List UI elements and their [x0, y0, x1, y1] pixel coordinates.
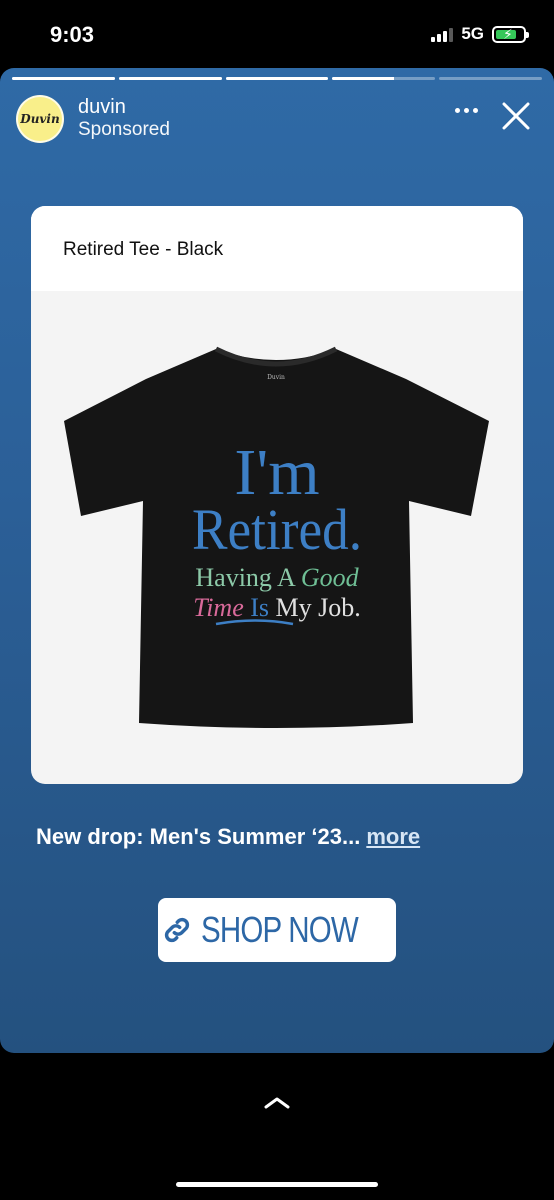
progress-segment	[439, 77, 542, 80]
close-icon[interactable]	[500, 100, 532, 132]
account-info[interactable]: duvin Sponsored	[78, 96, 170, 142]
sponsored-label: Sponsored	[78, 119, 170, 140]
status-time: 9:03	[50, 22, 95, 47]
print-line-2: Retired.	[192, 497, 362, 562]
status-bar: 9:03 5G ⚡	[0, 0, 554, 68]
product-title: Retired Tee - Black	[31, 206, 523, 291]
progress-segment	[118, 77, 222, 80]
progress-segment	[332, 77, 436, 80]
network-type: 5G	[461, 24, 484, 43]
caption-text: New drop: Men's Summer ‘23...	[36, 824, 361, 849]
tshirt-image: Duvin I'm Retired. Having A Good Time Is…	[64, 346, 489, 728]
print-line-4a: Time	[193, 593, 250, 622]
more-icon[interactable]	[455, 108, 478, 113]
product-card[interactable]: Retired Tee - Black Duvin I'm Retired. H…	[31, 206, 523, 784]
print-line-4b: Is	[250, 593, 269, 622]
caption-more-link[interactable]: more	[366, 824, 420, 849]
story-container[interactable]: Duvin duvin Sponsored Retired Tee - Blac…	[0, 68, 554, 1053]
ad-caption: New drop: Men's Summer ‘23... more	[36, 824, 420, 850]
shirt-brand: Duvin	[267, 374, 285, 381]
print-line-4c: My Job.	[269, 593, 361, 622]
status-indicators: 5G ⚡	[431, 24, 529, 44]
chevron-up-icon[interactable]	[262, 1094, 292, 1110]
progress-segment	[225, 77, 329, 80]
svg-text:Having A Good: Having A Good	[195, 563, 359, 592]
print-line-3b: Good	[301, 563, 360, 592]
story-progress	[12, 77, 542, 80]
link-icon	[165, 917, 190, 943]
svg-text:Time Is My Job.: Time Is My Job.	[193, 593, 361, 622]
battery-icon: ⚡	[492, 25, 529, 43]
home-indicator	[176, 1182, 378, 1187]
account-name[interactable]: duvin	[78, 96, 170, 118]
shop-now-label: SHOP NOW	[201, 909, 359, 950]
print-line-3a: Having A	[195, 563, 300, 592]
signal-icon	[431, 26, 454, 42]
avatar[interactable]: Duvin	[16, 95, 64, 143]
product-image[interactable]: Duvin I'm Retired. Having A Good Time Is…	[31, 291, 523, 784]
story-header: Duvin duvin Sponsored	[16, 94, 538, 144]
progress-segment	[12, 77, 115, 80]
shop-now-button[interactable]: SHOP NOW	[158, 898, 396, 962]
